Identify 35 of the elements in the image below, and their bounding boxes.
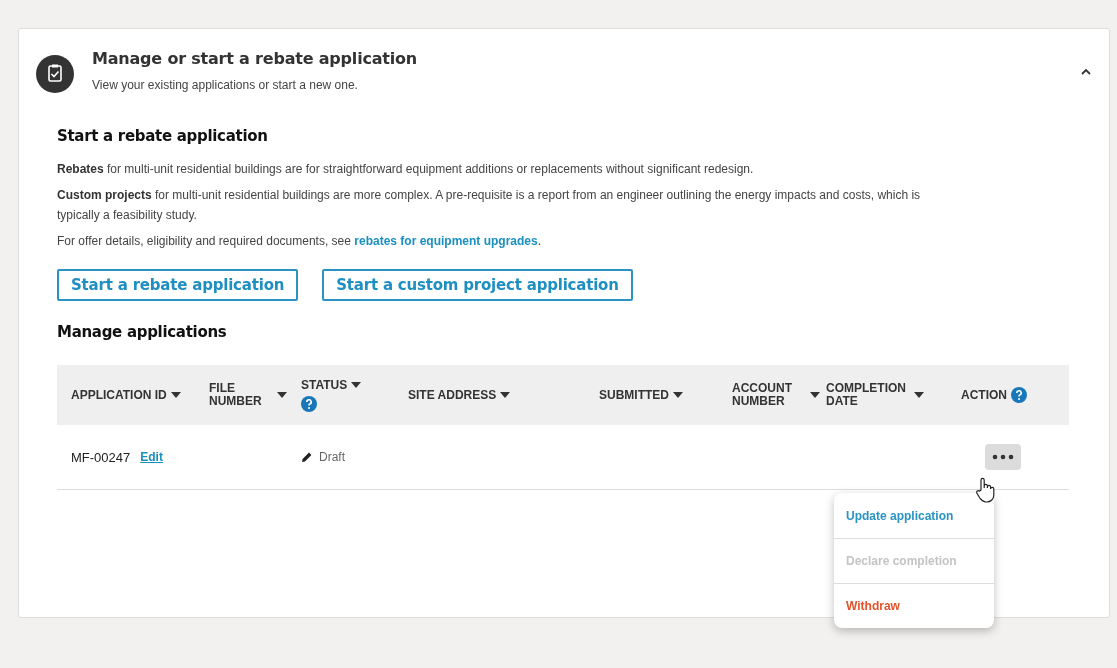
pencil-icon bbox=[301, 451, 313, 463]
sort-caret-icon[interactable] bbox=[673, 392, 683, 398]
column-header[interactable]: COMPLETION DATE bbox=[826, 382, 910, 408]
panel-title: Manage or start a rebate application bbox=[92, 49, 418, 68]
equipment-rebates-link[interactable]: rebates for equipment upgrades bbox=[354, 234, 538, 248]
more-actions-button[interactable] bbox=[985, 444, 1021, 470]
paragraph: Rebates for multi-unit residential buildings are for straightforward equipment additions or replacements without significant redesign. bbox=[57, 161, 755, 178]
help-icon[interactable] bbox=[301, 395, 317, 412]
paragraph: For offer details, eligibility and required documents, see rebates for equipment upgrades. bbox=[57, 233, 542, 250]
column-header[interactable]: SITE ADDRESS bbox=[408, 388, 497, 402]
paragraph: Custom projects for multi-unit residential buildings are more complex. A pre-requisite is a report from an engineer outlining the energy impacts and costs, which is typically a feasibility study. bbox=[57, 187, 922, 224]
more-icon bbox=[992, 454, 1014, 460]
start-application-button[interactable]: Start a rebate application bbox=[57, 269, 299, 301]
panel-subtitle: View your existing applications or start a new one. bbox=[92, 78, 359, 92]
sort-caret-icon[interactable] bbox=[810, 392, 820, 398]
column-header[interactable]: ACCOUNT NUMBER bbox=[732, 382, 806, 408]
status-text: Draft bbox=[319, 450, 345, 464]
start-application-button[interactable]: Start a custom project application bbox=[322, 269, 633, 301]
column-header: ACTION bbox=[961, 388, 1007, 402]
column-header[interactable]: SUBMITTED bbox=[599, 388, 669, 402]
column-header[interactable]: FILE NUMBER bbox=[209, 382, 273, 408]
section-heading: Start a rebate application bbox=[57, 127, 269, 145]
help-icon[interactable] bbox=[1011, 387, 1027, 403]
sort-caret-icon[interactable] bbox=[914, 392, 924, 398]
sort-caret-icon[interactable] bbox=[351, 382, 362, 388]
menu-item[interactable]: Withdraw bbox=[834, 583, 994, 628]
application-id: MF-00247 bbox=[71, 449, 131, 465]
column-header[interactable]: STATUS bbox=[301, 378, 348, 392]
edit-link[interactable]: Edit bbox=[140, 450, 163, 464]
clipboard-check-icon bbox=[36, 55, 74, 93]
sort-caret-icon[interactable] bbox=[500, 392, 511, 398]
section-heading: Manage applications bbox=[57, 323, 228, 341]
sort-caret-icon[interactable] bbox=[170, 392, 181, 398]
column-header[interactable]: APPLICATION ID bbox=[71, 388, 167, 402]
sort-caret-icon[interactable] bbox=[277, 392, 287, 398]
